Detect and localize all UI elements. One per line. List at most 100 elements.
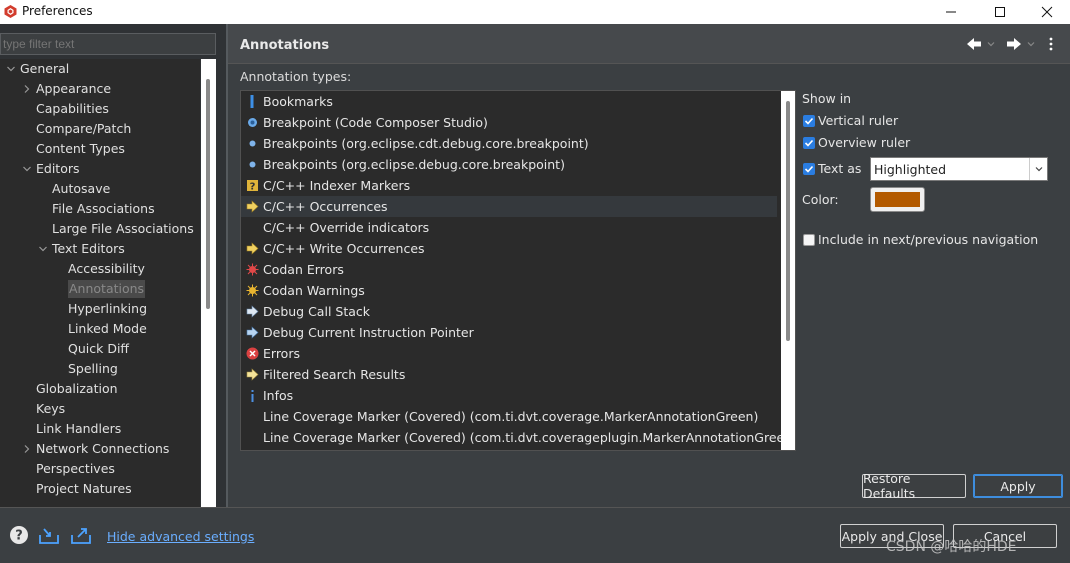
close-icon bbox=[1041, 6, 1053, 18]
tree-item[interactable]: Keys bbox=[0, 400, 200, 418]
filter-input[interactable] bbox=[0, 33, 216, 55]
annotation-type-label: C/C++ Override indicators bbox=[263, 220, 430, 235]
tree-item[interactable]: Quick Diff bbox=[0, 340, 200, 358]
tree-item[interactable]: Perspectives bbox=[0, 460, 200, 478]
color-label: Color: bbox=[802, 192, 839, 207]
text-style-dropdown[interactable]: Highlighted bbox=[870, 157, 1048, 181]
annotation-type-item[interactable]: Errors bbox=[241, 343, 777, 364]
color-picker-button[interactable] bbox=[870, 187, 925, 212]
title-bar: Preferences bbox=[0, 0, 1070, 24]
tree-item[interactable]: Capabilities bbox=[0, 100, 200, 118]
annotation-type-label: Debug Call Stack bbox=[263, 304, 370, 319]
instruction-pointer-icon bbox=[246, 326, 259, 339]
annotation-type-item[interactable]: Bookmarks bbox=[241, 91, 777, 112]
tree-item-label: Globalization bbox=[36, 381, 118, 396]
bookmark-icon bbox=[250, 95, 254, 108]
chevron-down-icon[interactable] bbox=[6, 64, 16, 74]
tree-item-label: Link Handlers bbox=[36, 421, 122, 436]
tree-item[interactable]: Globalization bbox=[0, 380, 200, 398]
chevron-down-icon bbox=[1029, 158, 1047, 180]
annotation-list-scrollbar-thumb[interactable] bbox=[786, 101, 790, 341]
tree-item-label: Appearance bbox=[36, 81, 112, 96]
annotation-type-item[interactable]: Filtered Search Results bbox=[241, 364, 777, 385]
annotation-type-item[interactable]: Breakpoints (org.eclipse.debug.core.brea… bbox=[241, 154, 777, 175]
chevron-right-icon[interactable] bbox=[22, 84, 32, 94]
apply-button[interactable]: Apply bbox=[973, 474, 1063, 498]
tree-item[interactable]: Appearance bbox=[0, 80, 200, 98]
tree-item[interactable]: Compare/Patch bbox=[0, 120, 200, 138]
svg-text:?: ? bbox=[250, 182, 256, 193]
tree-item[interactable]: Spelling bbox=[0, 360, 200, 378]
annotation-type-item[interactable]: Codan Errors bbox=[241, 259, 777, 280]
annotation-type-label: Breakpoints (org.eclipse.cdt.debug.core.… bbox=[263, 136, 589, 151]
annotation-type-label: Line Coverage Marker (Covered) (com.ti.d… bbox=[263, 409, 759, 424]
tree-item[interactable]: Link Handlers bbox=[0, 420, 200, 438]
annotation-types-list[interactable]: Bookmarks Breakpoint (Code Composer Studi… bbox=[240, 90, 796, 451]
tree-scrollbar[interactable] bbox=[201, 59, 216, 507]
annotation-type-label: Codan Warnings bbox=[263, 283, 365, 298]
tree-item-label: Linked Mode bbox=[68, 321, 147, 336]
annotation-type-item[interactable]: Debug Call Stack bbox=[241, 301, 777, 322]
annotation-type-item[interactable]: C/C++ Override indicators bbox=[241, 217, 777, 238]
tree-item[interactable]: Large File Associations bbox=[0, 220, 200, 238]
page-header: Annotations bbox=[228, 24, 1070, 64]
window-title: Preferences bbox=[22, 4, 93, 18]
annotation-type-item[interactable]: ? C/C++ Indexer Markers bbox=[241, 175, 777, 196]
help-icon[interactable]: ? bbox=[8, 524, 30, 546]
maximize-button[interactable] bbox=[977, 0, 1023, 24]
tree-item[interactable]: Editors bbox=[0, 160, 200, 178]
close-window-button[interactable] bbox=[1024, 0, 1070, 24]
tree-item[interactable]: General bbox=[0, 60, 200, 78]
app-logo-icon bbox=[4, 5, 17, 18]
search-result-arrow-icon bbox=[246, 368, 259, 381]
tree-item[interactable]: Hyperlinking bbox=[0, 300, 200, 318]
breakpoint-dot-icon bbox=[249, 140, 256, 147]
tree-scrollbar-thumb[interactable] bbox=[206, 79, 210, 309]
hide-advanced-settings-link[interactable]: Hide advanced settings bbox=[107, 529, 254, 544]
tree-item[interactable]: Accessibility bbox=[0, 260, 200, 278]
export-icon[interactable] bbox=[70, 524, 92, 546]
annotation-type-item[interactable]: Infos bbox=[241, 385, 777, 406]
annotation-type-item[interactable]: Line Coverage Marker (Covered) (com.ti.d… bbox=[241, 427, 795, 448]
tree-item[interactable]: Linked Mode bbox=[0, 320, 200, 338]
chevron-down-icon bbox=[1027, 42, 1035, 47]
tree-item-label: Large File Associations bbox=[52, 221, 194, 236]
tree-item[interactable]: File Associations bbox=[0, 200, 200, 218]
import-icon[interactable] bbox=[38, 524, 60, 546]
forward-button[interactable] bbox=[1006, 36, 1036, 52]
annotation-type-item[interactable]: C/C++ Occurrences bbox=[241, 196, 777, 217]
annotation-type-item[interactable]: C/C++ Write Occurrences bbox=[241, 238, 777, 259]
annotation-type-item[interactable]: Codan Warnings bbox=[241, 280, 777, 301]
tree-item-label: Autosave bbox=[52, 181, 111, 196]
tree-item[interactable]: Network Connections bbox=[0, 440, 200, 458]
tree-item-label: General bbox=[20, 61, 70, 76]
tree-item[interactable]: Content Types bbox=[0, 140, 200, 158]
text-style-value: Highlighted bbox=[874, 162, 947, 177]
chevron-down-icon[interactable] bbox=[22, 164, 32, 174]
include-navigation-label: Include in next/previous navigation bbox=[818, 232, 1039, 247]
annotation-type-item[interactable]: Line Coverage Marker (Covered) (com.ti.d… bbox=[241, 406, 777, 427]
tree-item[interactable]: Text Editors bbox=[0, 240, 200, 258]
chevron-right-icon[interactable] bbox=[22, 444, 32, 454]
annotation-type-item[interactable]: Debug Current Instruction Pointer bbox=[241, 322, 777, 343]
annotation-type-label: Filtered Search Results bbox=[263, 367, 406, 382]
checkbox-checked-icon bbox=[803, 163, 815, 175]
minimize-button[interactable] bbox=[928, 0, 974, 24]
tree-item[interactable]: Annotations bbox=[0, 280, 200, 298]
annotation-type-label: C/C++ Indexer Markers bbox=[263, 178, 411, 193]
tree-item[interactable]: Autosave bbox=[0, 180, 200, 198]
color-swatch bbox=[875, 192, 920, 207]
tree-item-label: Network Connections bbox=[36, 441, 170, 456]
error-icon bbox=[246, 347, 259, 360]
tree-item[interactable]: Project Natures bbox=[0, 480, 200, 498]
annotation-types-label: Annotation types: bbox=[240, 69, 352, 84]
restore-defaults-button[interactable]: Restore Defaults bbox=[862, 471, 966, 501]
annotation-list-scrollbar[interactable] bbox=[781, 91, 795, 450]
annotation-type-label: Errors bbox=[263, 346, 300, 361]
chevron-down-icon[interactable] bbox=[38, 244, 48, 254]
annotation-type-item[interactable]: Breakpoint (Code Composer Studio) bbox=[241, 112, 777, 133]
tree-item-label: Keys bbox=[36, 401, 66, 416]
annotation-type-item[interactable]: Breakpoints (org.eclipse.cdt.debug.core.… bbox=[241, 133, 777, 154]
back-button[interactable] bbox=[966, 36, 996, 52]
page-menu-button[interactable] bbox=[1048, 36, 1054, 52]
